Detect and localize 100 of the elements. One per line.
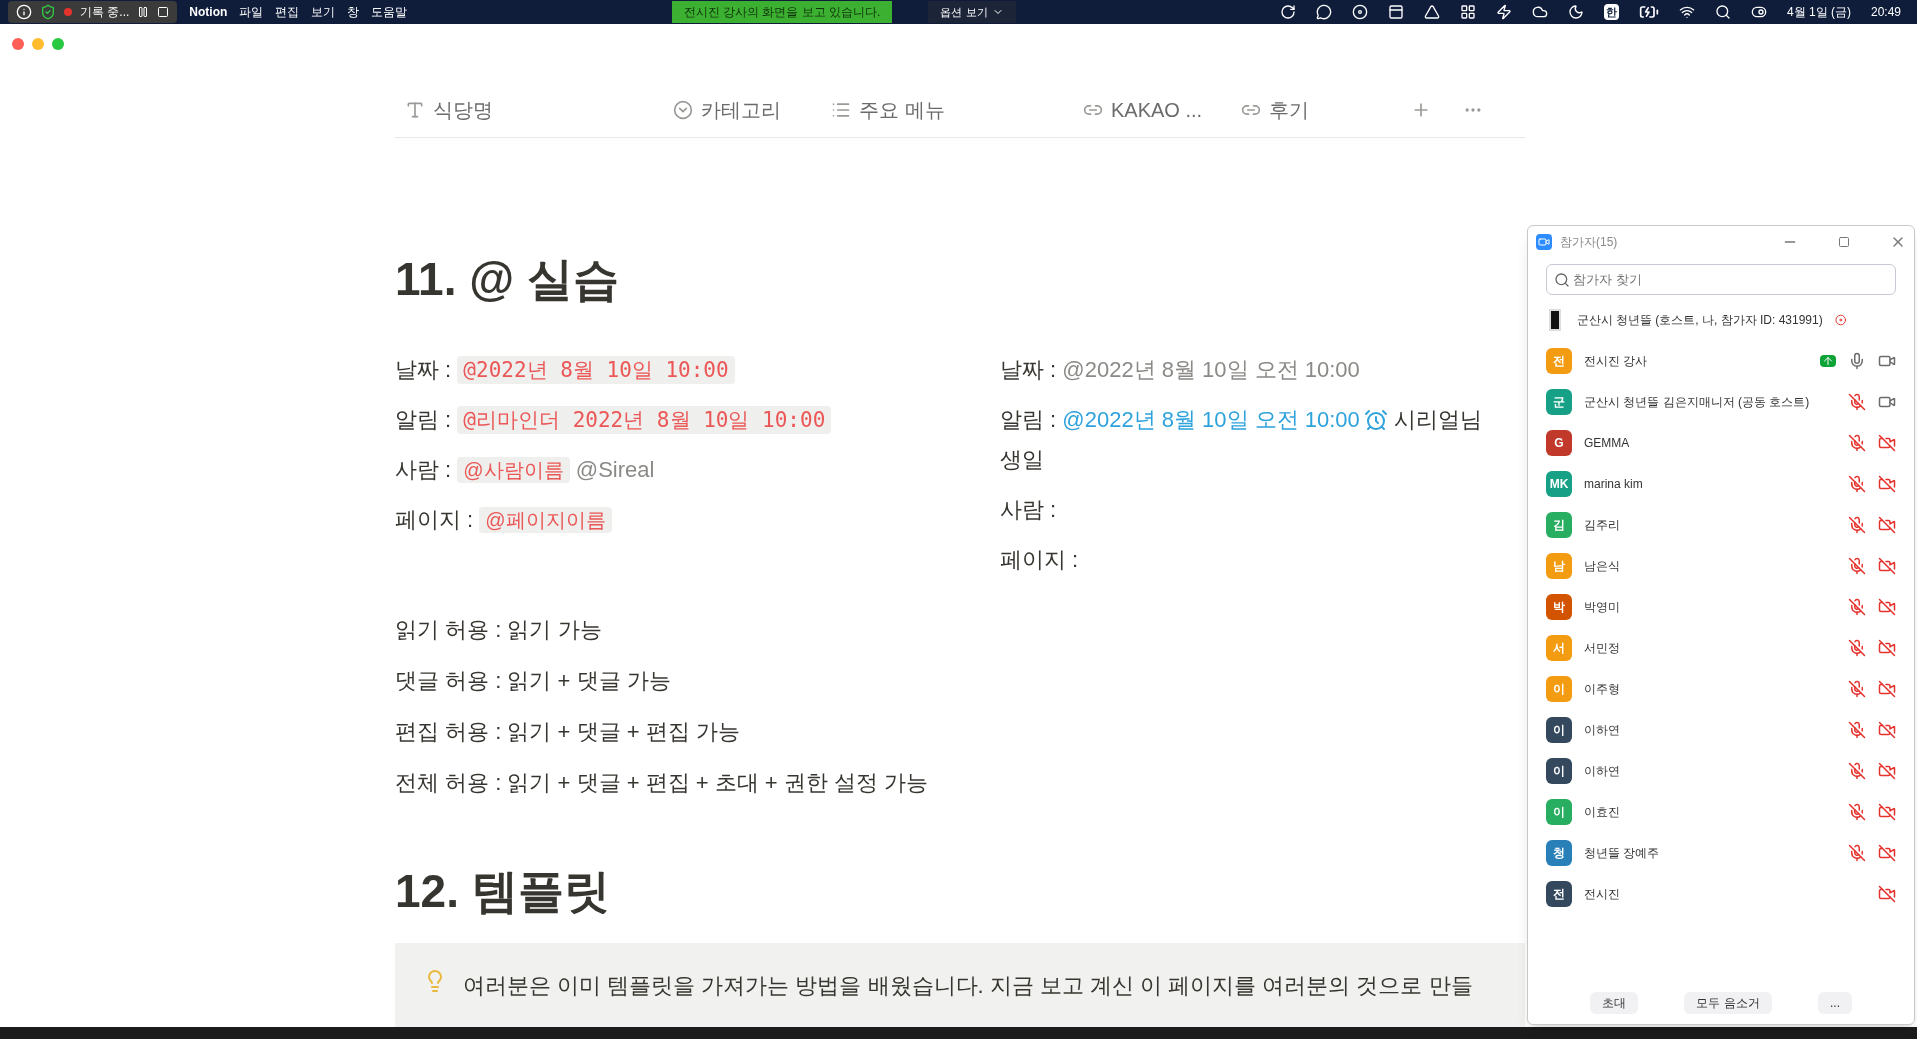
- menu-item[interactable]: 보기: [311, 3, 336, 21]
- participant-row[interactable]: 이 이효진: [1528, 791, 1914, 832]
- video-off-icon[interactable]: [1878, 556, 1896, 575]
- triangle-icon[interactable]: [1423, 4, 1440, 20]
- inline-code: @리마인더 2022년 8월 10일 10:00: [457, 406, 832, 434]
- participant-row[interactable]: 이 이하연: [1528, 750, 1914, 791]
- muted-microphone-icon[interactable]: [1848, 597, 1866, 616]
- microphone-icon[interactable]: [1848, 351, 1866, 370]
- property-header[interactable]: 카테고리: [701, 95, 781, 125]
- muted-microphone-icon[interactable]: [1848, 802, 1866, 821]
- field-label: 사람 :: [395, 457, 452, 482]
- reminder-text: 시리얼님: [1393, 407, 1482, 432]
- participant-row[interactable]: MK marina kim: [1528, 463, 1914, 504]
- participant-row[interactable]: 군 군산시 청년뜰 김은지매니저 (공동 호스트): [1528, 381, 1914, 422]
- video-off-icon[interactable]: [1878, 433, 1896, 452]
- field-label: 알림 :: [1000, 407, 1057, 432]
- video-off-icon[interactable]: [1878, 474, 1896, 493]
- menu-item[interactable]: 파일: [239, 3, 264, 21]
- participant-row[interactable]: 군산시 청년뜰 (호스트, 나, 참가자 ID: 431991): [1528, 299, 1914, 340]
- grid-icon[interactable]: [1459, 4, 1476, 20]
- search-icon[interactable]: [1714, 4, 1731, 20]
- panel-button[interactable]: 모두 음소거: [1684, 992, 1772, 1014]
- muted-microphone-icon[interactable]: [1848, 720, 1866, 739]
- participant-row[interactable]: 이 이하연: [1528, 709, 1914, 750]
- property-header[interactable]: 후기: [1269, 95, 1309, 125]
- record-icon[interactable]: [1351, 4, 1368, 20]
- muted-microphone-icon[interactable]: [1848, 556, 1866, 575]
- participant-name: marina kim: [1584, 475, 1644, 493]
- pause-icon[interactable]: [137, 6, 150, 18]
- muted-microphone-icon[interactable]: [1848, 679, 1866, 698]
- participant-row[interactable]: 청 청년뜰 장예주: [1528, 832, 1914, 873]
- participant-name: 이효진: [1584, 803, 1621, 821]
- menu-bar-time[interactable]: 20:49: [1870, 3, 1901, 21]
- permission-line: 댓글 허용 : 읽기 + 댓글 가능: [395, 667, 672, 695]
- video-off-icon[interactable]: [1878, 802, 1896, 821]
- muted-microphone-icon[interactable]: [1848, 392, 1866, 411]
- muted-microphone-icon[interactable]: [1848, 761, 1866, 780]
- field-label: 날짜 :: [1000, 357, 1057, 382]
- participant-row[interactable]: 김 김주리: [1528, 504, 1914, 545]
- participant-name: 김주리: [1584, 516, 1621, 534]
- cloud-icon[interactable]: [1531, 4, 1548, 20]
- panel-button[interactable]: 초대: [1590, 992, 1638, 1014]
- maximize-icon[interactable]: [1838, 236, 1850, 248]
- muted-microphone-icon[interactable]: [1848, 638, 1866, 657]
- muted-microphone-icon[interactable]: [1848, 474, 1866, 493]
- participant-row[interactable]: 서 서민정: [1528, 627, 1914, 668]
- input-method-indicator[interactable]: 한: [1603, 3, 1619, 21]
- mention-chip: @사람이름: [457, 457, 570, 483]
- participant-row[interactable]: G GEMMA: [1528, 422, 1914, 463]
- property-header[interactable]: 식당명: [433, 95, 493, 125]
- participant-name: 박영미: [1584, 598, 1621, 616]
- property-header[interactable]: KAKAO ...: [1111, 95, 1203, 125]
- menu-item[interactable]: 도움말: [371, 3, 408, 21]
- text-type-icon: [405, 100, 425, 120]
- permission-line: 전체 허용 : 읽기 + 댓글 + 편집 + 초대 + 권한 설정 가능: [395, 769, 929, 797]
- property-header[interactable]: 주요 메뉴: [859, 95, 945, 125]
- list-icon: [831, 100, 851, 120]
- participant-row[interactable]: 전 전시진 강사: [1528, 340, 1914, 381]
- participant-row[interactable]: 남 남은식: [1528, 545, 1914, 586]
- video-off-icon[interactable]: [1878, 720, 1896, 739]
- app-menu[interactable]: Notion: [189, 3, 228, 21]
- wifi-icon[interactable]: [1678, 4, 1695, 20]
- sync-icon[interactable]: [1279, 4, 1296, 20]
- view-options-button[interactable]: 옵션 보기: [928, 1, 1016, 23]
- muted-microphone-icon[interactable]: [1848, 515, 1866, 534]
- video-off-icon[interactable]: [1878, 597, 1896, 616]
- close-window-button[interactable]: [12, 38, 24, 50]
- participant-row[interactable]: 전 전시진: [1528, 873, 1914, 914]
- video-off-icon[interactable]: [1878, 884, 1896, 903]
- video-off-icon[interactable]: [1878, 761, 1896, 780]
- menu-bar-date[interactable]: 4월 1일 (금): [1786, 3, 1851, 21]
- info-icon[interactable]: [16, 4, 32, 20]
- search-field[interactable]: 참가자 찾기: [1546, 264, 1896, 295]
- video-off-icon[interactable]: [1878, 679, 1896, 698]
- chat-icon[interactable]: [1315, 4, 1332, 20]
- window-icon[interactable]: [1387, 4, 1404, 20]
- panel-button[interactable]: ...: [1817, 992, 1852, 1014]
- avatar: 남: [1546, 552, 1572, 579]
- participant-row[interactable]: 박 박영미: [1528, 586, 1914, 627]
- video-off-icon[interactable]: [1878, 843, 1896, 862]
- zoom-window-button[interactable]: [52, 38, 64, 50]
- control-center-icon[interactable]: [1750, 4, 1767, 20]
- menu-item[interactable]: 편집: [275, 3, 300, 21]
- muted-microphone-icon[interactable]: [1848, 843, 1866, 862]
- participant-row[interactable]: 이 이주형: [1528, 668, 1914, 709]
- bolt-icon[interactable]: [1495, 4, 1512, 20]
- avatar: 김: [1546, 511, 1572, 538]
- video-off-icon[interactable]: [1878, 515, 1896, 534]
- video-off-icon[interactable]: [1878, 638, 1896, 657]
- moon-icon[interactable]: [1567, 4, 1584, 20]
- stop-icon[interactable]: [157, 6, 170, 18]
- muted-microphone-icon[interactable]: [1848, 433, 1866, 452]
- permission-line: 편집 허용 : 읽기 + 댓글 + 편집 가능: [395, 718, 741, 746]
- video-app-icon: [1536, 234, 1552, 250]
- callout-text: 여러분은 이미 템플릿을 가져가는 방법을 배웠습니다. 지금 보고 계신 이 페이지를 여러분의 것으로 만들: [463, 972, 1473, 1000]
- menu-item[interactable]: 창: [347, 3, 360, 21]
- participant-name: 이하연: [1584, 721, 1621, 739]
- shield-icon[interactable]: [40, 4, 56, 20]
- avatar: 박: [1546, 593, 1572, 620]
- participant-name: 이하연: [1584, 762, 1621, 780]
